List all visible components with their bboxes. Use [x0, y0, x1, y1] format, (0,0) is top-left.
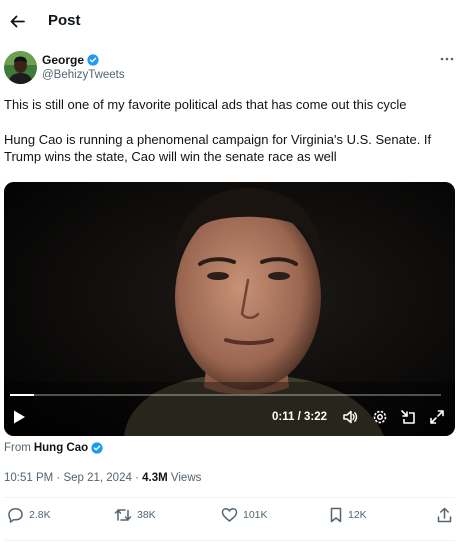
tweet-line: This is still one of my favorite politic… [4, 97, 407, 112]
tweet-line: Trump wins the state, Cao will win the s… [4, 149, 337, 164]
minimize-icon [401, 410, 415, 424]
expand-icon [430, 410, 444, 424]
bookmark-button[interactable]: 12K [329, 507, 367, 523]
like-count: 101K [243, 509, 268, 521]
divider [4, 497, 455, 498]
volume-icon [343, 410, 358, 424]
back-button[interactable] [4, 8, 30, 34]
views-label: Views [170, 472, 202, 484]
author-name[interactable]: George [42, 53, 84, 67]
video-progress-bar[interactable] [10, 394, 441, 396]
repost-icon [114, 509, 132, 521]
post-meta: 10:51 PM · Sep 21, 2024 · 4.3M Views [4, 472, 201, 484]
action-bar: 2.8K 38K 101K 12K [0, 507, 467, 529]
reply-button[interactable]: 2.8K [7, 507, 51, 523]
settings-button[interactable] [372, 409, 388, 425]
volume-button[interactable] [342, 409, 358, 425]
verified-badge-icon [87, 54, 99, 66]
gear-icon [373, 410, 387, 424]
video-player[interactable] [4, 182, 455, 436]
author-name-row: George [42, 53, 99, 67]
arrow-left-icon [10, 15, 25, 27]
tweet-line: Hung Cao is running a phenomenal campaig… [4, 131, 432, 147]
video-time: 0:11 / 3:22 [272, 411, 327, 423]
page-title: Post [48, 12, 81, 29]
video-frame [4, 182, 455, 436]
heart-icon [221, 508, 238, 522]
bookmark-count: 12K [348, 509, 367, 521]
video-source: From Hung Cao [4, 442, 103, 454]
divider [4, 540, 455, 541]
post-header: Post [0, 0, 467, 42]
share-button[interactable] [437, 507, 452, 523]
avatar[interactable] [4, 51, 37, 84]
bookmark-icon [330, 507, 342, 523]
reply-count: 2.8K [29, 509, 51, 521]
more-options-button[interactable] [437, 51, 457, 67]
tweet-text: This is still one of my favorite politic… [4, 96, 462, 166]
post-datetime[interactable]: 10:51 PM · Sep 21, 2024 [4, 472, 132, 484]
fullscreen-button[interactable] [429, 409, 445, 425]
source-name[interactable]: Hung Cao [34, 442, 88, 454]
like-button[interactable]: 101K [221, 507, 268, 523]
author-block: George @BehizyTweets [4, 51, 459, 85]
verified-badge-icon [91, 442, 103, 454]
reply-icon [8, 508, 23, 523]
share-icon [437, 507, 452, 523]
source-prefix: From [4, 442, 31, 454]
repost-button[interactable]: 38K [114, 507, 156, 523]
play-icon [14, 410, 25, 424]
more-dots-icon [440, 57, 454, 61]
minimize-player-button[interactable] [400, 409, 416, 425]
meta-separator: · [135, 472, 139, 484]
video-progress-fill [10, 394, 34, 396]
play-button[interactable] [12, 409, 26, 425]
repost-count: 38K [137, 509, 156, 521]
author-handle[interactable]: @BehizyTweets [42, 69, 125, 81]
views-count: 4.3M [142, 472, 168, 484]
